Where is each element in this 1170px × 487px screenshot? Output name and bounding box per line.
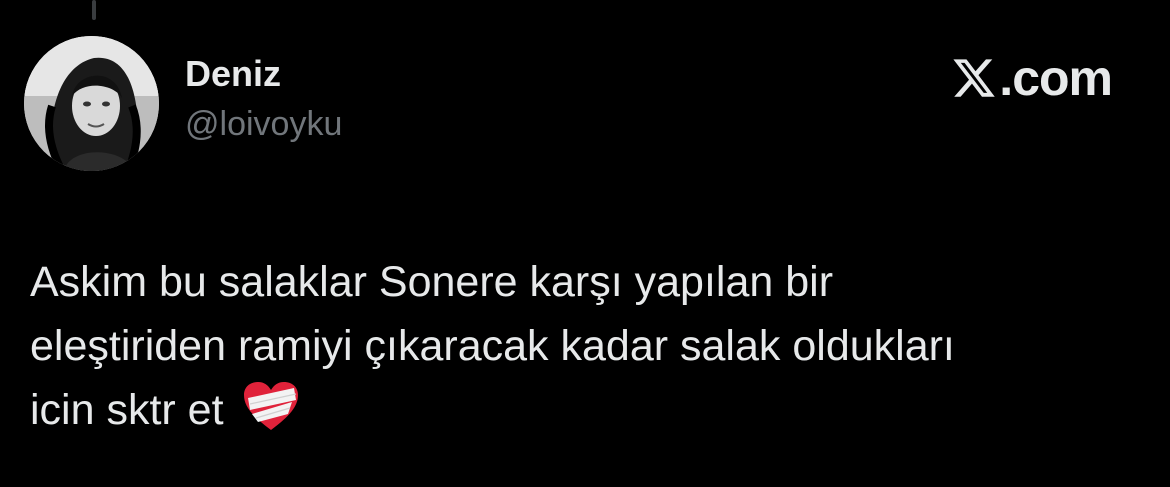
- author-handle[interactable]: @loivoyku: [185, 102, 342, 146]
- x-logo-icon: [953, 59, 996, 97]
- author-display-name[interactable]: Deniz: [185, 52, 342, 96]
- x-com-watermark: .com: [951, 50, 1113, 106]
- tweet-text-line: Askim bu salaklar Sonere karşı yapılan b…: [30, 258, 834, 306]
- mending-heart-icon: [243, 382, 298, 430]
- avatar[interactable]: [24, 36, 159, 171]
- thread-connector-line: [92, 0, 96, 20]
- tweet-text-line-content: icin sktr et: [30, 386, 224, 434]
- tweet-text: Askim bu salaklar Sonere karşı yapılan b…: [30, 250, 1150, 442]
- tweet-author: Deniz @loivoyku: [185, 52, 342, 146]
- tweet-text-line: eleştiriden ramiyi çıkaracak kadar salak…: [30, 322, 955, 370]
- avatar-photo: [24, 36, 159, 171]
- tweet-text-line-last: icin sktr et: [30, 378, 1150, 442]
- brand-domain-label: .com: [999, 50, 1113, 106]
